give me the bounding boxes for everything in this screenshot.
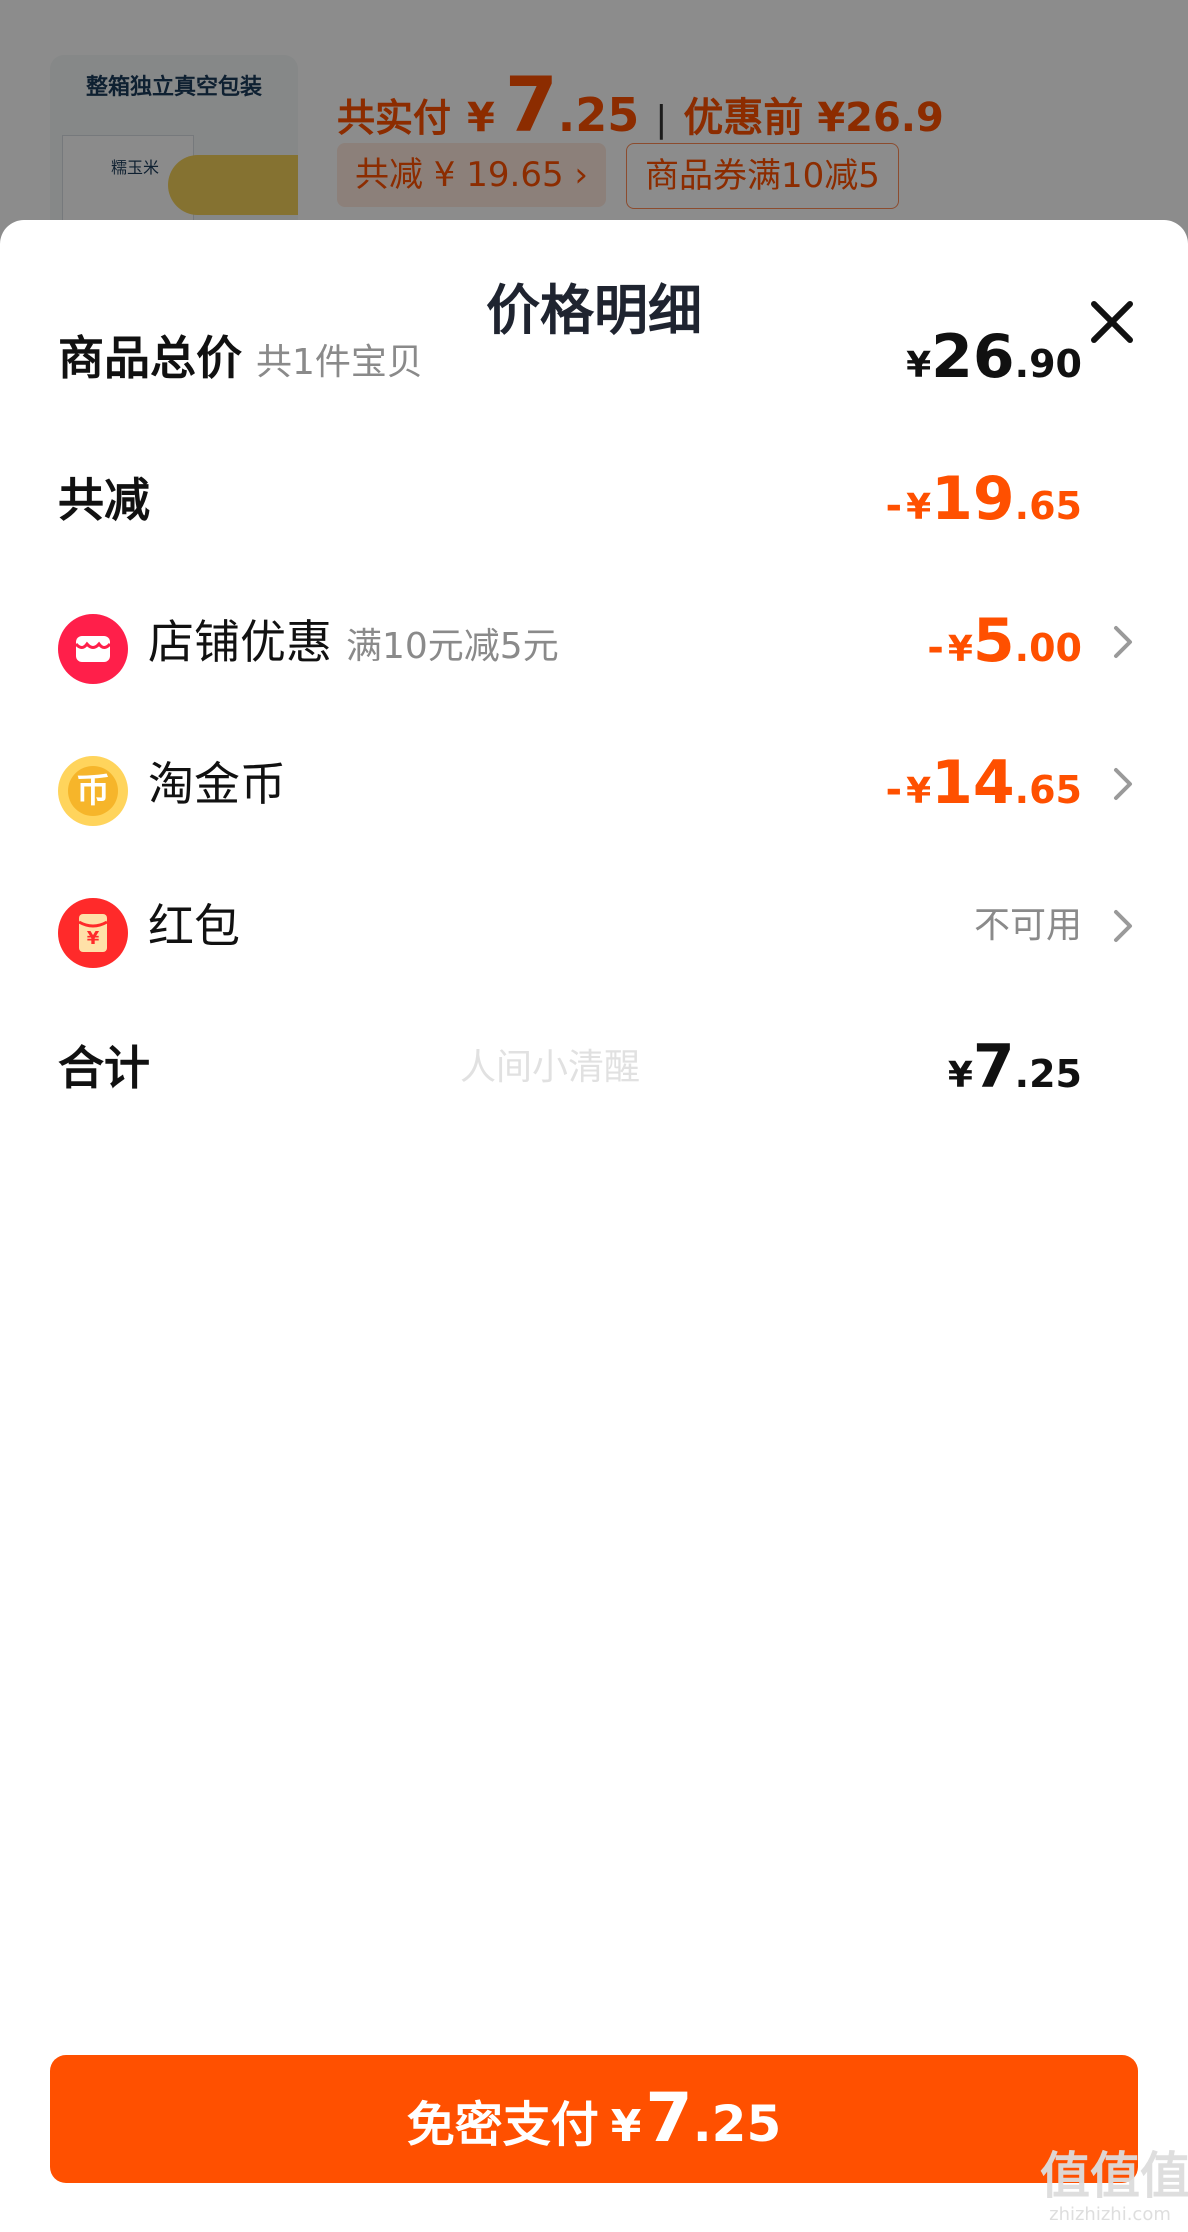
value-int: 19 [931, 464, 1015, 534]
currency-symbol: ¥ [947, 1055, 973, 1096]
value-int: 5 [972, 606, 1015, 676]
item-total-label: 商品总价 共1件宝贝 [58, 308, 423, 408]
shop-discount-text: 店铺优惠 [148, 615, 332, 669]
taojinbi-label: 淘金币 [148, 757, 286, 811]
currency-symbol: ¥ [906, 487, 932, 528]
row-total-reduce: 共减 - ¥ 19 .65 [0, 450, 1188, 550]
minus-sign: - [927, 625, 944, 671]
sum-total-value: ¥ 7 .25 [948, 1018, 1082, 1118]
red-packet-glyph: ¥ [86, 928, 100, 949]
watermark-text: 人间小清醒 [460, 1047, 641, 1088]
minus-sign: - [885, 767, 903, 813]
red-packet-status: 不可用 [973, 905, 1082, 946]
password-free-pay-button[interactable]: 免密支付 ¥ 7 .25 [50, 2055, 1138, 2183]
sum-total-label: 合计 [58, 1041, 150, 1095]
minus-sign: - [885, 483, 903, 529]
price-detail-sheet: 价格明细 商品总价 共1件宝贝 ¥ 26 .90 共减 - ¥ 19 .65 店… [0, 220, 1188, 2232]
pay-dec: .25 [692, 2095, 782, 2153]
shop-icon [58, 614, 128, 684]
item-total-value: ¥ 26 .90 [906, 308, 1082, 408]
value-dec: .90 [1014, 342, 1082, 386]
row-item-total: 商品总价 共1件宝贝 ¥ 26 .90 [0, 308, 1188, 408]
value-int: 26 [931, 322, 1015, 392]
currency-symbol: ¥ [947, 629, 973, 670]
shop-discount-rule: 满10元减5元 [346, 626, 559, 667]
row-red-packet[interactable]: ¥ 红包 不可用 [0, 876, 1188, 976]
red-packet-icon: ¥ [58, 898, 128, 968]
value-dec: .25 [1014, 1052, 1082, 1096]
chevron-right-icon[interactable] [1108, 764, 1138, 804]
coin-icon-glyph: 币 [76, 771, 110, 811]
shop-discount-value: - ¥ 5 .00 [927, 592, 1082, 692]
shop-discount-label: 店铺优惠 满10元减5元 [148, 592, 559, 692]
chevron-right-icon[interactable] [1108, 622, 1138, 662]
total-reduce-label: 共减 [58, 473, 150, 527]
chevron-right-icon[interactable] [1108, 906, 1138, 946]
value-int: 14 [931, 748, 1015, 818]
currency-symbol: ¥ [906, 345, 932, 386]
value-int: 7 [972, 1032, 1015, 1102]
row-taojinbi[interactable]: 币 淘金币 - ¥ 14 .65 [0, 734, 1188, 834]
red-packet-label: 红包 [148, 899, 240, 953]
row-shop-discount[interactable]: 店铺优惠 满10元减5元 - ¥ 5 .00 [0, 592, 1188, 692]
pay-button-label: 免密支付 [406, 2097, 599, 2153]
value-dec: .65 [1014, 768, 1082, 812]
site-watermark: 值值值 zhizhizhi.com [1040, 2147, 1188, 2225]
currency-symbol: ¥ [906, 771, 932, 812]
item-count: 共1件宝贝 [256, 342, 423, 383]
value-dec: .00 [1014, 626, 1082, 670]
value-dec: .65 [1014, 484, 1082, 528]
item-total-label-text: 商品总价 [58, 331, 242, 385]
pay-int: 7 [645, 2079, 693, 2158]
total-reduce-value: - ¥ 19 .65 [886, 450, 1083, 550]
coin-icon: 币 [58, 756, 128, 826]
site-logo: 值值值 [1040, 2147, 1188, 2205]
taojinbi-value: - ¥ 14 .65 [886, 734, 1083, 834]
site-domain: zhizhizhi.com [1049, 2204, 1171, 2225]
pay-currency: ¥ [610, 2101, 642, 2152]
